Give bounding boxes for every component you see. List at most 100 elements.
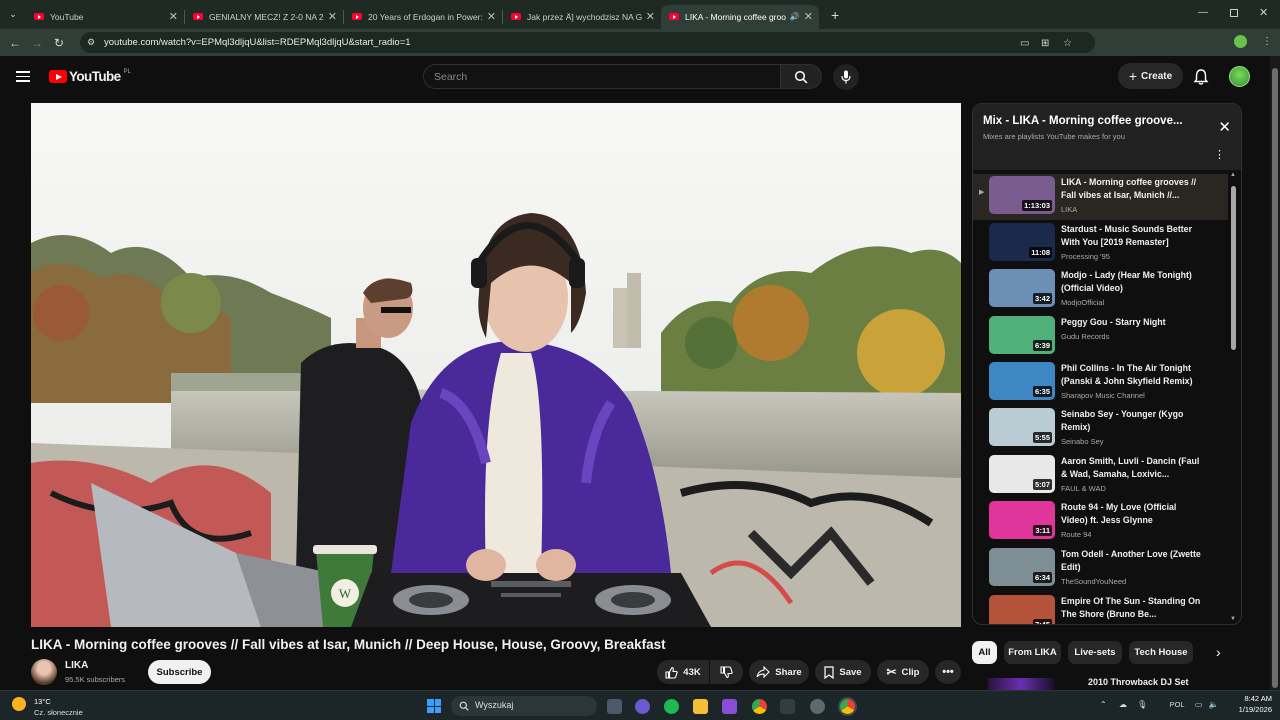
- playlist-item[interactable]: 5:55 Seinabo Sey - Younger (Kygo Remix) Se…: [973, 406, 1228, 452]
- teams-icon[interactable]: [635, 699, 650, 714]
- account-avatar[interactable]: [1229, 66, 1250, 87]
- tray-overflow-chevron-icon[interactable]: ⌃: [1100, 700, 1107, 709]
- dislike-button[interactable]: [710, 660, 743, 684]
- more-actions-button[interactable]: •••: [935, 660, 961, 684]
- like-button[interactable]: 43K: [657, 660, 709, 684]
- playlist-item-thumbnail[interactable]: 5:55: [989, 408, 1055, 446]
- playlist-item[interactable]: 6:39 Peggy Gou - Starry Night Gudu Records: [973, 314, 1228, 360]
- tab-jak-przez[interactable]: Jak przez Ä] wychodzisz NA GL ✕: [503, 5, 661, 29]
- playlist-item-thumbnail[interactable]: 3:11: [989, 501, 1055, 539]
- speaker-icon[interactable]: 🔊: [790, 12, 800, 21]
- youtube-favicon-icon: [669, 13, 679, 20]
- playlist-item[interactable]: 3:11 Route 94 - My Love (Official Video) …: [973, 499, 1228, 545]
- new-tab-button[interactable]: +: [831, 7, 839, 23]
- share-button[interactable]: Share: [749, 660, 809, 684]
- tab-list-chevron-icon[interactable]: ⌄: [0, 9, 26, 20]
- youtube-logo[interactable]: YouTube PL: [49, 69, 131, 84]
- input-language[interactable]: POL: [1170, 700, 1185, 709]
- clip-button[interactable]: ✂ Clip: [877, 660, 929, 684]
- playlist-item[interactable]: 6:35 Phil Collins - In The Air Tonight (P…: [973, 360, 1228, 406]
- close-tab-icon[interactable]: ✕: [487, 10, 496, 23]
- profile-avatar-icon[interactable]: [1234, 35, 1247, 48]
- playlist-item[interactable]: 7:45 Empire Of The Sun - Standing On The …: [973, 593, 1228, 624]
- close-window-icon[interactable]: ✕: [1259, 6, 1268, 19]
- chip-tech-house[interactable]: Tech House: [1129, 641, 1193, 664]
- video-player[interactable]: W: [31, 103, 961, 627]
- task-view-icon[interactable]: [607, 699, 622, 714]
- search-button[interactable]: [781, 64, 822, 89]
- playlist-item-thumbnail[interactable]: 1:13:03: [989, 176, 1055, 214]
- playlist-more-options-icon[interactable]: ⋮: [1214, 148, 1225, 161]
- clock[interactable]: 8:42 AM 1/19/2026: [1232, 693, 1272, 715]
- save-button[interactable]: Save: [815, 660, 871, 684]
- playlist-item-thumbnail[interactable]: 6:35: [989, 362, 1055, 400]
- create-button[interactable]: + Create: [1118, 63, 1183, 89]
- playlist-item[interactable]: 3:42 Modjo - Lady (Hear Me Tonight) (Offi…: [973, 267, 1228, 313]
- calculator-app-icon[interactable]: [722, 699, 737, 714]
- close-playlist-icon[interactable]: ✕: [1218, 118, 1231, 136]
- file-explorer-icon[interactable]: [693, 699, 708, 714]
- close-tab-icon[interactable]: ✕: [328, 10, 337, 23]
- tab-erdogan[interactable]: 20 Years of Erdogan in Power: T ✕: [344, 5, 502, 29]
- youtube-play-logo-icon: [49, 70, 67, 83]
- playlist-title[interactable]: Mix - LIKA - Morning coffee groove...: [983, 115, 1209, 127]
- chip-live-sets[interactable]: Live-sets: [1068, 641, 1122, 664]
- notifications-bell-icon[interactable]: [1192, 68, 1210, 86]
- forward-arrow-icon[interactable]: →: [26, 36, 48, 50]
- chrome-icon[interactable]: [752, 699, 767, 714]
- playlist-item-thumbnail[interactable]: 5:07: [989, 455, 1055, 493]
- close-tab-icon[interactable]: ✕: [169, 10, 178, 23]
- browser-menu-icon[interactable]: ⋮: [1262, 36, 1272, 47]
- microphone-tray-icon[interactable]: 🎙: [1137, 700, 1147, 709]
- reload-icon[interactable]: ↻: [48, 36, 70, 50]
- next-recommendation-title[interactable]: 2010 Throwback DJ Set: [1088, 677, 1189, 687]
- restore-icon[interactable]: [1230, 9, 1238, 17]
- install-app-icon[interactable]: ▭: [1020, 38, 1029, 49]
- taskbar-search[interactable]: Wyszukaj: [451, 696, 597, 716]
- page-scroll-thumb[interactable]: [1272, 68, 1278, 688]
- scroll-down-arrow-icon[interactable]: ▼: [1230, 616, 1236, 622]
- playlist-item-thumbnail[interactable]: 6:39: [989, 316, 1055, 354]
- volume-icon[interactable]: 🔈: [1209, 700, 1219, 709]
- bookmark-star-icon[interactable]: ☆: [1063, 38, 1072, 49]
- translate-icon[interactable]: ⊞: [1041, 38, 1049, 49]
- playlist-item[interactable]: 5:07 Aaron Smith, Luvli - Dancin (Faul & …: [973, 453, 1228, 499]
- hamburger-menu-icon[interactable]: [16, 71, 30, 82]
- minimize-icon[interactable]: —: [1198, 7, 1208, 18]
- playlist-item[interactable]: 11:08 Stardust - Music Sounds Better With…: [973, 221, 1228, 267]
- network-icon[interactable]: ☁: [1119, 700, 1127, 709]
- tab-lika-active[interactable]: LIKA - Morning coffee groo 🔊 ✕: [661, 4, 819, 29]
- url-bar[interactable]: ⚙ youtube.com/watch?v=EPMql3dljqU&list=R…: [80, 32, 1095, 53]
- chip-from-lika[interactable]: From LIKA: [1004, 641, 1061, 664]
- playlist-item[interactable]: ▶ 1:13:03 LIKA - Morning coffee grooves //…: [973, 174, 1228, 220]
- page-scrollbar[interactable]: [1270, 56, 1280, 690]
- close-tab-icon[interactable]: ✕: [646, 10, 655, 23]
- windows-start-icon[interactable]: [427, 699, 441, 713]
- channel-avatar[interactable]: [31, 659, 57, 685]
- tab-youtube[interactable]: YouTube ✕: [26, 5, 184, 29]
- playlist-item-thumbnail[interactable]: 6:34: [989, 548, 1055, 586]
- search-input[interactable]: Search: [423, 64, 781, 89]
- scroll-up-arrow-icon[interactable]: ▲: [1230, 172, 1236, 178]
- settings-gear-icon[interactable]: [810, 699, 825, 714]
- wifi-icon[interactable]: ▭: [1195, 700, 1203, 709]
- close-tab-icon[interactable]: ✕: [804, 10, 813, 23]
- playlist-item-thumbnail[interactable]: 11:08: [989, 223, 1055, 261]
- chip-all[interactable]: All: [972, 641, 997, 664]
- playlist-item-thumbnail[interactable]: 7:45: [989, 595, 1055, 624]
- playlist-scrollbar[interactable]: ▲ ▼: [1229, 170, 1239, 624]
- next-recommendation-thumb[interactable]: [988, 678, 1054, 690]
- voice-search-button[interactable]: [833, 64, 859, 90]
- playlist-scroll-thumb[interactable]: [1231, 186, 1236, 350]
- site-info-icon[interactable]: ⚙: [87, 37, 98, 48]
- channel-name[interactable]: LIKA: [65, 660, 88, 671]
- chips-next-chevron-icon[interactable]: ›: [1216, 644, 1221, 660]
- playlist-item[interactable]: 6:34 Tom Odell - Another Love (Zwette Edi…: [973, 546, 1228, 592]
- spotify-icon[interactable]: [664, 699, 679, 714]
- playlist-item-thumbnail[interactable]: 3:42: [989, 269, 1055, 307]
- terminal-icon[interactable]: [780, 699, 795, 714]
- back-arrow-icon[interactable]: ←: [4, 36, 26, 50]
- tab-genialny-mecz[interactable]: GENIALNY MECZ! Z 2-0 NA 2-4! ✕: [185, 5, 343, 29]
- chrome-active-icon[interactable]: [840, 699, 855, 714]
- subscribe-button[interactable]: Subscribe: [148, 660, 211, 684]
